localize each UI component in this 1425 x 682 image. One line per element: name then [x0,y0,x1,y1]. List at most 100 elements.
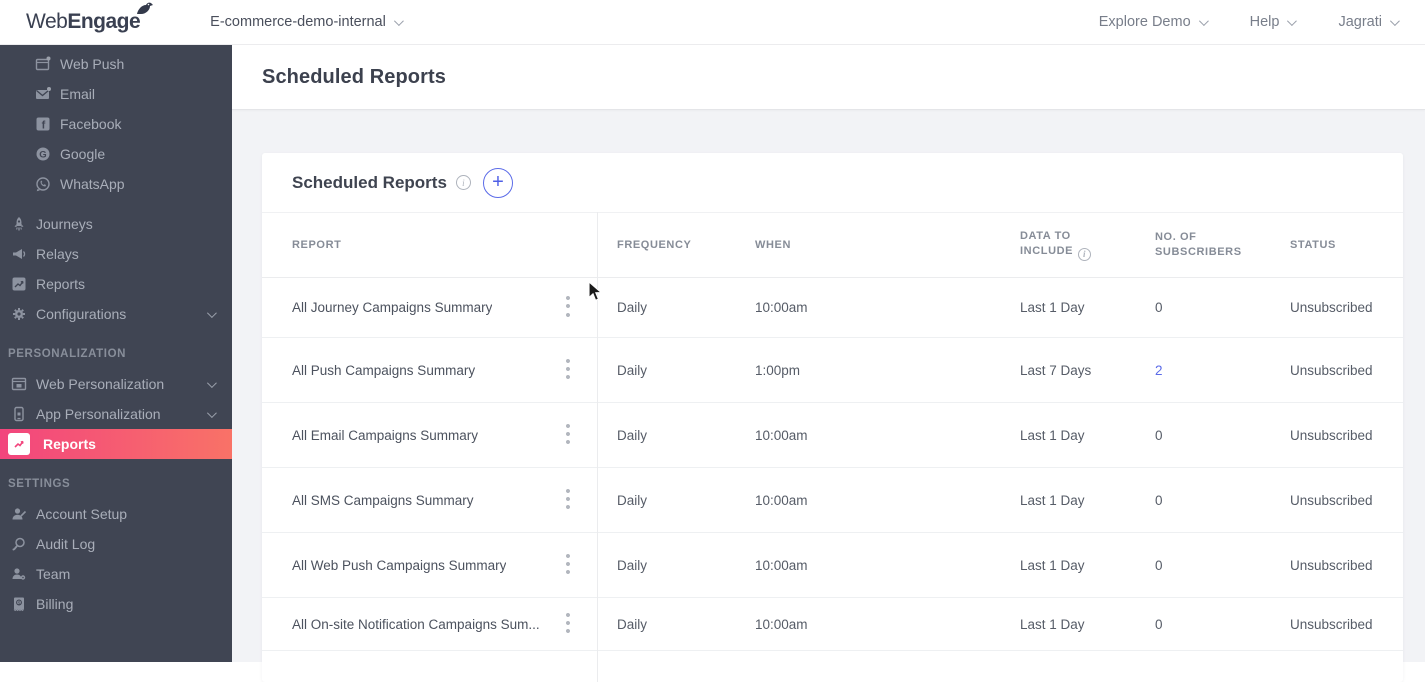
table-row: All Web Push Campaigns Summary••• Daily … [262,533,1403,598]
top-navigation-bar: WebEngage E-commerce-demo-internal Explo… [0,0,1425,45]
report-name: All Push Campaigns Summary [292,363,475,378]
sidebar-navigation: Web Push Email f Facebook G Google Whats… [0,45,232,662]
section-title-personalization: PERSONALIZATION [0,339,232,369]
email-icon [34,86,51,102]
subscribers-count[interactable]: 2 [1135,363,1270,378]
report-name: All Email Campaigns Summary [292,428,478,443]
chevron-down-icon [1199,16,1209,26]
data-to-include-value: Last 1 Day [1000,428,1135,443]
sidebar-item-app-personalization[interactable]: App Personalization [0,399,232,429]
help-menu[interactable]: Help [1250,14,1295,30]
when-value: 10:00am [735,493,1000,508]
kebab-menu-icon[interactable]: ••• [561,488,575,513]
section-title-settings: SETTINGS [0,469,232,499]
status-value: Unsubscribed [1270,300,1403,315]
report-name: All On-site Notification Campaigns Sum..… [292,617,540,632]
when-value: 10:00am [735,428,1000,443]
status-value: Unsubscribed [1270,617,1403,632]
chevron-down-icon [207,308,217,318]
sidebar-item-account-setup[interactable]: Account Setup [0,499,232,529]
column-header-no-of-subscribers: NO. OF SUBSCRIBERS [1155,230,1265,260]
column-header-data-to-include: DATA TO INCLUDE [1020,230,1073,257]
kebab-menu-icon[interactable]: ••• [561,358,575,383]
explore-demo-menu[interactable]: Explore Demo [1099,14,1206,30]
table-row: All SMS Campaigns Summary••• Daily 10:00… [262,468,1403,533]
table-row: All Journey Campaigns Summary••• Daily 1… [262,278,1403,338]
web-personalization-icon [10,376,27,392]
add-report-button[interactable]: + [483,168,513,198]
sidebar-item-web-push[interactable]: Web Push [0,49,232,79]
status-value: Unsubscribed [1270,363,1403,378]
report-name: All Web Push Campaigns Summary [292,558,506,573]
bird-icon [134,1,154,17]
sidebar-item-label: Audit Log [36,536,95,552]
sidebar-item-label: Journeys [36,216,93,232]
status-value: Unsubscribed [1270,493,1403,508]
sidebar-item-team[interactable]: Team [0,559,232,589]
data-to-include-value: Last 7 Days [1000,363,1135,378]
sidebar-item-configurations[interactable]: Configurations [0,299,232,329]
project-selector[interactable]: E-commerce-demo-internal [210,14,401,30]
sidebar-item-reports[interactable]: Reports [0,269,232,299]
subscribers-count: 0 [1135,428,1270,443]
sidebar-item-facebook[interactable]: f Facebook [0,109,232,139]
webengage-logo[interactable]: WebEngage [26,10,140,34]
info-icon[interactable]: i [456,175,471,190]
frequency-value: Daily [597,558,735,573]
sidebar-item-journeys[interactable]: Journeys [0,209,232,239]
frequency-value: Daily [597,363,735,378]
data-to-include-value: Last 1 Day [1000,558,1135,573]
sidebar-item-email[interactable]: Email [0,79,232,109]
sidebar-item-label: Reports [36,276,85,292]
when-value: 10:00am [735,617,1000,632]
account-setup-icon [10,506,27,522]
user-name-label: Jagrati [1338,14,1382,30]
facebook-icon: f [34,116,51,132]
user-menu[interactable]: Jagrati [1338,14,1397,30]
web-push-icon [34,56,51,72]
megaphone-icon [10,246,27,262]
sidebar-item-label: Facebook [60,116,121,132]
when-value: 10:00am [735,300,1000,315]
sidebar-item-audit-log[interactable]: Audit Log [0,529,232,559]
frequency-value: Daily [597,617,735,632]
data-to-include-value: Last 1 Day [1000,617,1135,632]
help-label: Help [1250,14,1280,30]
sidebar-item-label: Reports [43,436,96,452]
logo-text-light: Web [26,10,67,34]
team-icon [10,566,27,582]
explore-demo-label: Explore Demo [1099,14,1191,30]
report-name: All Journey Campaigns Summary [292,300,492,315]
subscribers-count: 0 [1135,558,1270,573]
logo-text-bold: Engage [67,10,140,34]
sidebar-item-label: Team [36,566,70,582]
sidebar-item-web-personalization[interactable]: Web Personalization [0,369,232,399]
sidebar-item-whatsapp[interactable]: WhatsApp [0,169,232,199]
column-divider [597,212,598,682]
subscribers-count: 0 [1135,617,1270,632]
kebab-menu-icon[interactable]: ••• [561,612,575,637]
kebab-menu-icon[interactable]: ••• [561,423,575,448]
billing-icon: $ [10,596,27,612]
info-icon[interactable]: i [1078,248,1091,261]
sidebar-item-label: Web Personalization [36,376,164,392]
sidebar-item-relays[interactable]: Relays [0,239,232,269]
rocket-icon [10,216,27,232]
sidebar-item-label: Web Push [60,56,124,72]
table-row: All On-site Notification Campaigns Sum..… [262,598,1403,651]
data-to-include-value: Last 1 Day [1000,300,1135,315]
column-header-when: WHEN [735,238,1000,253]
sidebar-item-label: Email [60,86,95,102]
sidebar-item-google[interactable]: G Google [0,139,232,169]
svg-text:G: G [39,150,46,161]
svg-text:f: f [41,120,45,132]
chevron-down-icon [1390,16,1400,26]
sidebar-item-label: Account Setup [36,506,127,522]
kebab-menu-icon[interactable]: ••• [561,553,575,578]
sidebar-item-billing[interactable]: $ Billing [0,589,232,619]
kebab-menu-icon[interactable]: ••• [561,295,575,320]
table-header-row: REPORT FREQUENCY WHEN DATA TO INCLUDEi N… [262,212,1403,278]
sidebar-item-reports-personalization-active[interactable]: Reports [0,429,232,459]
when-value: 10:00am [735,558,1000,573]
subscribers-count: 0 [1135,493,1270,508]
